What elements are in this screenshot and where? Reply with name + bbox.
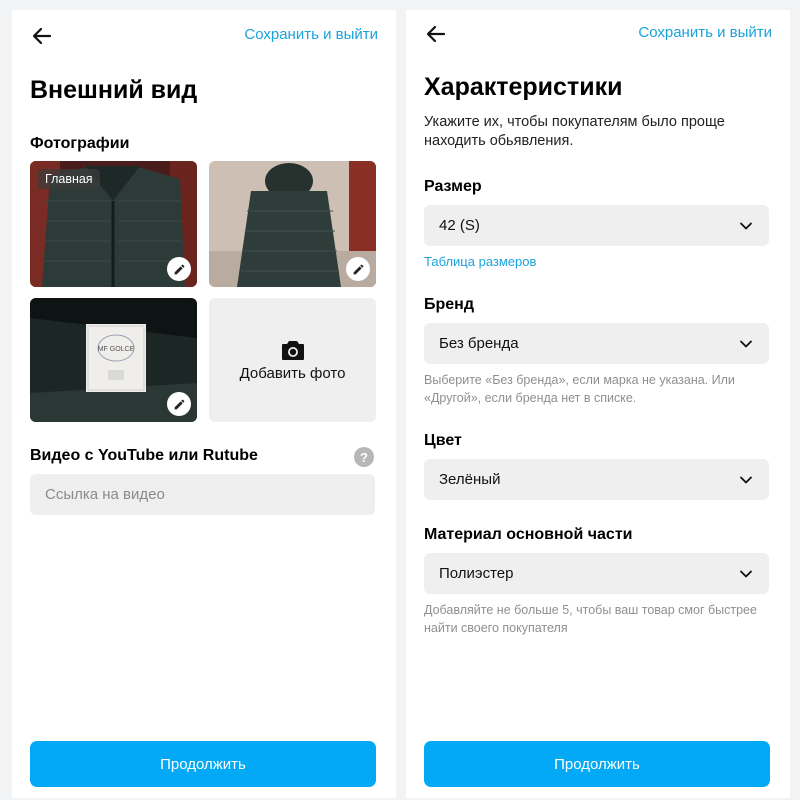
pencil-icon [174, 264, 184, 274]
chevron-down-icon [740, 476, 752, 483]
page-title: Внешний вид [30, 76, 198, 104]
video-label: Видео с YouTube или Rutube [30, 447, 258, 464]
color-select-value: Зелёный [439, 471, 501, 488]
edit-photo-button[interactable] [167, 257, 191, 281]
appearance-screen: Сохранить и выйти Внешний вид Фотографии… [12, 10, 396, 798]
save-and-exit-link[interactable]: Сохранить и выйти [244, 26, 378, 43]
back-arrow-icon[interactable] [30, 24, 54, 48]
page-title: Характеристики [424, 73, 623, 101]
add-photo-button[interactable]: Добавить фото [209, 298, 376, 422]
pencil-icon [174, 399, 184, 409]
size-select-value: 42 (S) [439, 217, 480, 234]
chevron-down-icon [740, 570, 752, 577]
edit-photo-button[interactable] [167, 392, 191, 416]
size-select[interactable]: 42 (S) [424, 205, 769, 246]
characteristics-screen: Сохранить и выйти Характеристики Укажите… [406, 10, 790, 798]
photo-thumbnail[interactable]: MF GOLCE [30, 298, 197, 422]
brand-hint: Выберите «Без бренда», если марка не ука… [424, 373, 735, 405]
brand-label: Бренд [424, 296, 474, 313]
main-photo-badge: Главная [38, 169, 100, 189]
material-label: Материал основной части [424, 526, 633, 543]
material-select[interactable]: Полиэстер [424, 553, 769, 594]
save-and-exit-link[interactable]: Сохранить и выйти [638, 24, 772, 41]
photo-thumbnail[interactable] [209, 161, 376, 287]
continue-button[interactable]: Продолжить [424, 741, 770, 787]
photo-thumbnail-main[interactable]: Главная [30, 161, 197, 287]
photos-label: Фотографии [30, 135, 130, 152]
material-select-value: Полиэстер [439, 565, 514, 582]
continue-button[interactable]: Продолжить [30, 741, 376, 787]
page-subtitle: Укажите их, чтобы покупателям было проще… [424, 114, 725, 149]
pencil-icon [353, 264, 363, 274]
add-photo-label: Добавить фото [239, 364, 346, 382]
chevron-down-icon [740, 222, 752, 229]
brand-select[interactable]: Без бренда [424, 323, 769, 364]
material-hint: Добавляйте не больше 5, чтобы ваш товар … [424, 603, 757, 635]
size-label: Размер [424, 178, 482, 195]
size-table-link[interactable]: Таблица размеров [424, 254, 536, 269]
back-arrow-icon[interactable] [424, 22, 448, 46]
brand-select-value: Без бренда [439, 335, 519, 352]
color-label: Цвет [424, 432, 462, 449]
edit-photo-button[interactable] [346, 257, 370, 281]
chevron-down-icon [740, 340, 752, 347]
color-select[interactable]: Зелёный [424, 459, 769, 500]
help-icon[interactable]: ? [354, 447, 374, 467]
video-link-input[interactable] [30, 474, 375, 515]
clothing-label-text: MF GOLCE [98, 346, 135, 353]
camera-icon [281, 340, 304, 360]
